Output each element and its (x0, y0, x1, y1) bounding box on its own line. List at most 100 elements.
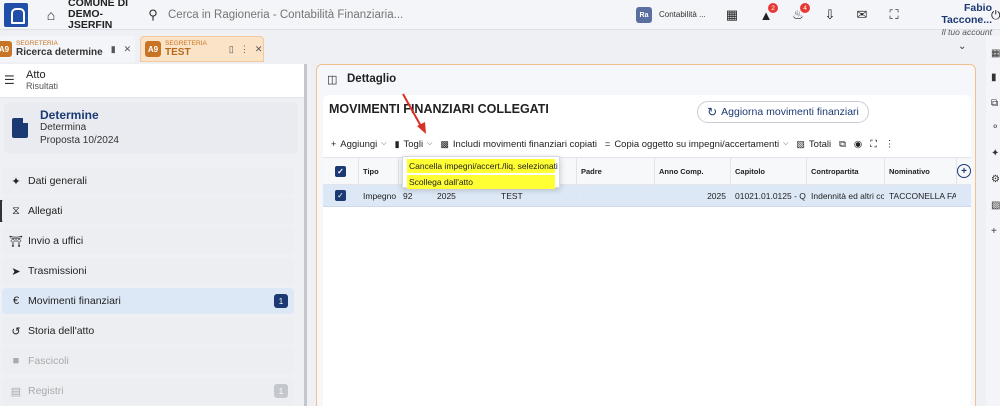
nav-item-label: Trasmissioni (28, 265, 87, 277)
fullscreen-icon[interactable]: ⛶ (870, 139, 877, 150)
nav-item-trasmissioni[interactable]: ➤ Trasmissioni (2, 258, 294, 284)
more-vert-icon[interactable]: ⋮ (885, 139, 895, 150)
close-icon[interactable]: ✕ (124, 44, 132, 55)
context-label[interactable]: Contabilità ... (659, 10, 706, 19)
nav-item-label: Allegati (28, 205, 63, 217)
copy-icon[interactable]: ⧉ (991, 98, 998, 109)
left-title: Atto (26, 69, 46, 81)
cell-contropartita: Indennità ed altri co (807, 185, 885, 206)
euro-icon: € (12, 295, 20, 307)
tab-test[interactable]: A9 SEGRETERIA TEST ▯ ⋮ ✕ (140, 36, 264, 62)
menu-item-cancel-selected[interactable]: Cancella impegni/accert./liq. selezionat… (407, 159, 558, 173)
register-icon: ▤ (10, 385, 22, 398)
col-contropartita[interactable]: Contropartita (807, 158, 885, 184)
copy-icon[interactable]: ⧉ (839, 139, 846, 150)
tab-kicker: SEGRETERIA (16, 40, 58, 47)
document-card: Determine Determina Proposta 10/2024 (4, 102, 298, 154)
cell-capitolo: 01021.01.0125 - QL (731, 185, 807, 206)
col-tipo[interactable]: Tipo (359, 158, 399, 184)
nav-item-dati-generali[interactable]: ✦ Dati generali (2, 168, 294, 194)
nav-item-label: Registri (28, 385, 64, 397)
list-icon[interactable]: ☰ (4, 73, 15, 87)
bookmark-outline-icon[interactable]: ▯ (229, 44, 234, 55)
include-copied-button[interactable]: ▩ Includi movimenti finanziari copiati (440, 139, 597, 150)
left-subtitle: Risultati (26, 81, 59, 91)
select-all-checkbox[interactable]: ✓ (323, 158, 359, 184)
fullscreen-icon[interactable]: ⛶ (884, 5, 904, 25)
cell-tipo: Impegno (359, 185, 399, 206)
nav-item-label: Invio a uffici (28, 235, 84, 247)
menu-item-unlink-act[interactable]: Scollega dall'atto (407, 175, 555, 189)
col-nominativo[interactable]: Nominativo (885, 158, 957, 184)
history-icon: ↺ (11, 325, 21, 338)
copy-label: Copia oggetto su impegni/accertamenti (614, 138, 780, 150)
user-account[interactable]: Fabio Taccone... Il tuo account (914, 2, 992, 37)
nav-item-invio-uffici[interactable]: ⛩ Invio a uffici (2, 228, 294, 254)
col-padre[interactable]: Padre (577, 158, 655, 184)
nav-item-fascicoli: ■ Fascicoli (2, 348, 294, 374)
row-checkbox[interactable]: ✓ (323, 185, 359, 206)
magic-wand-icon: ✦ (11, 175, 21, 188)
send-icon: ➤ (11, 265, 21, 278)
detail-title: Dettaglio (347, 73, 397, 85)
document-proposal: Proposta 10/2024 (40, 135, 119, 146)
pin-icon[interactable]: ✦ (991, 148, 999, 159)
power-icon[interactable]: ⏻ (991, 8, 1000, 23)
col-capitolo[interactable]: Capitolo (731, 158, 807, 184)
cell-anno-comp: 2025 (655, 185, 731, 206)
download-icon[interactable]: ⇩ (820, 5, 840, 25)
home-icon[interactable]: ⌂ (40, 4, 62, 26)
nav-item-label: Dati generali (28, 175, 87, 187)
search-box[interactable]: ⚲ (144, 2, 584, 28)
user-name: Fabio Taccone... (941, 2, 992, 26)
tab-ricerca-determine[interactable]: A9 SEGRETERIA Ricerca determine ▮ ✕ (0, 36, 135, 62)
more-vert-icon[interactable]: ⋮ (240, 44, 249, 55)
left-header: ☰ Atto Risultati (0, 64, 305, 98)
tab-strip: A9 SEGRETERIA Ricerca determine ▮ ✕ A9 S… (0, 36, 980, 62)
mail-icon[interactable]: ✉ (852, 5, 872, 25)
context-badge[interactable]: Ra (636, 7, 652, 23)
bell-icon[interactable]: ♨ 4 (788, 3, 810, 25)
add-column-icon[interactable]: + (957, 164, 971, 178)
remove-label: Togli (403, 138, 424, 150)
eye-icon[interactable]: ◉ (854, 139, 862, 150)
chevron-down-icon[interactable]: ⌄ (958, 41, 966, 52)
nav-item-label: Movimenti finanziari (28, 295, 121, 307)
document-title: Determine (40, 108, 99, 122)
tab-title: Ricerca determine (16, 47, 103, 58)
book-icon[interactable]: ▮ (991, 72, 997, 83)
col-anno-comp[interactable]: Anno Comp. (655, 158, 731, 184)
copy-object-button[interactable]: = Copia oggetto su impegni/accertamenti … (605, 139, 788, 150)
document-icon (12, 118, 28, 138)
totals-button[interactable]: ▧ Totali (796, 139, 831, 150)
chevron-down-icon: ⌵ (783, 140, 789, 147)
nav-item-movimenti-finanziari[interactable]: € Movimenti finanziari 1 (2, 288, 294, 314)
grid-icon[interactable]: ▦ (991, 48, 1000, 59)
nav-item-storia-atto[interactable]: ↺ Storia dell'atto (2, 318, 294, 344)
right-rail (986, 36, 1000, 406)
bookmark-icon[interactable]: ▮ (111, 44, 116, 55)
search-input[interactable] (168, 8, 568, 21)
add-button[interactable]: + Aggiungi ⌵ (331, 139, 387, 150)
cell-nominativo: TACCONELLA FABI (885, 185, 957, 206)
section-title: MOVIMENTI FINANZIARI COLLEGATI (329, 102, 549, 116)
copy-doc-icon: ▩ (440, 138, 449, 149)
dashboard-icon[interactable]: ▦ (722, 5, 742, 25)
document-type: Determina (40, 122, 87, 133)
refresh-movements-button[interactable]: ↻ Aggiorna movimenti finanziari (697, 101, 869, 123)
panel-icon[interactable]: ◫ (327, 73, 337, 86)
settings-icon[interactable]: ⚙ (991, 174, 1000, 185)
left-scrollbar[interactable] (304, 64, 307, 406)
close-icon[interactable]: ✕ (255, 44, 263, 55)
nav-item-allegati[interactable]: ⧖ Allegati (2, 198, 294, 224)
remove-button[interactable]: ▮ Togli ⌵ (395, 139, 433, 150)
bulb-icon[interactable]: ⚬ (991, 122, 999, 133)
check-icon: ✓ (335, 190, 346, 201)
plus-icon[interactable]: + (991, 226, 997, 237)
calculator-icon[interactable]: ▧ (991, 200, 1000, 211)
check-icon: ✓ (335, 165, 346, 177)
refresh-label: Aggiorna movimenti finanziari (721, 106, 859, 118)
alert-icon[interactable]: ▲ 2 (756, 3, 778, 25)
paperclip-icon: ⧖ (12, 204, 20, 217)
municipality-logo (4, 2, 28, 27)
